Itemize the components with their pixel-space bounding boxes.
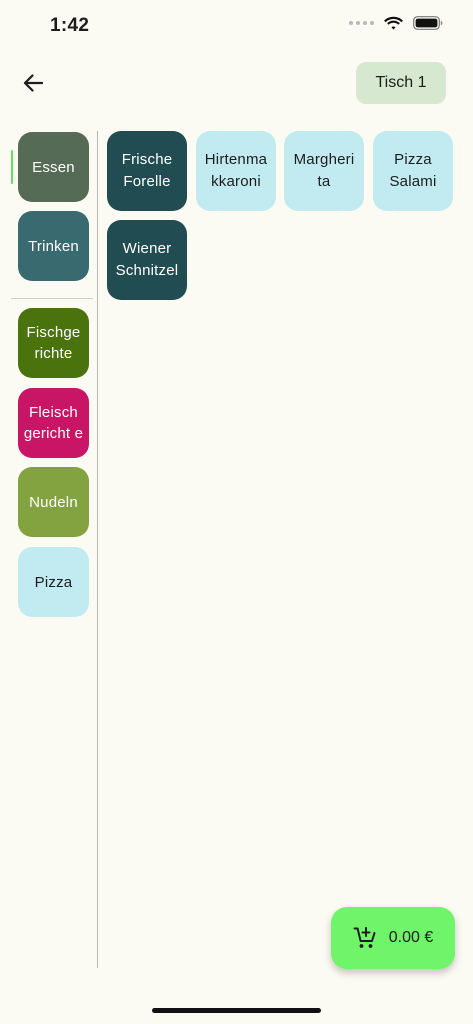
battery-icon: [413, 16, 443, 30]
category-tile-trinken[interactable]: Trinken: [18, 211, 89, 281]
product-tile-pizza-salami[interactable]: Pizza Salami: [373, 131, 453, 211]
category-divider: [11, 298, 93, 299]
product-tile-wiener-schnitzel[interactable]: Wiener Schnitzel: [107, 220, 187, 300]
cart-button[interactable]: 0.00 €: [331, 907, 455, 969]
arrow-left-icon: [23, 74, 43, 92]
product-tile-margherita[interactable]: Margheri ta: [284, 131, 364, 211]
subcategory-tile-nudeln[interactable]: Nudeln: [18, 467, 89, 537]
cart-total: 0.00 €: [388, 929, 434, 946]
table-select-button[interactable]: Tisch 1: [356, 62, 446, 104]
subcategory-tile-pizza[interactable]: Pizza: [18, 547, 89, 617]
status-icons: [349, 16, 443, 30]
wifi-icon: [384, 16, 403, 30]
home-indicator: [152, 1008, 321, 1013]
active-category-indicator: [11, 150, 13, 184]
product-tile-frische-forelle[interactable]: Frische Forelle: [107, 131, 187, 211]
product-tile-hirtenmakkaroni[interactable]: Hirtenma kkaroni: [196, 131, 276, 211]
cellular-signal-icon: [349, 21, 374, 25]
status-bar: 1:42: [0, 0, 473, 54]
subcategory-tile-fleischgerichte[interactable]: Fleisch gericht e: [18, 388, 89, 458]
subcategory-tile-fischgerichte[interactable]: Fischge richte: [18, 308, 89, 378]
category-tile-essen[interactable]: Essen: [18, 132, 89, 202]
status-time: 1:42: [50, 15, 90, 36]
order-screen: 1:42 Tisch 1 Essen Trinken Fischge richt…: [0, 0, 473, 1024]
add-shopping-cart-icon: [353, 927, 376, 948]
back-button[interactable]: [16, 66, 50, 100]
column-divider: [97, 131, 98, 968]
